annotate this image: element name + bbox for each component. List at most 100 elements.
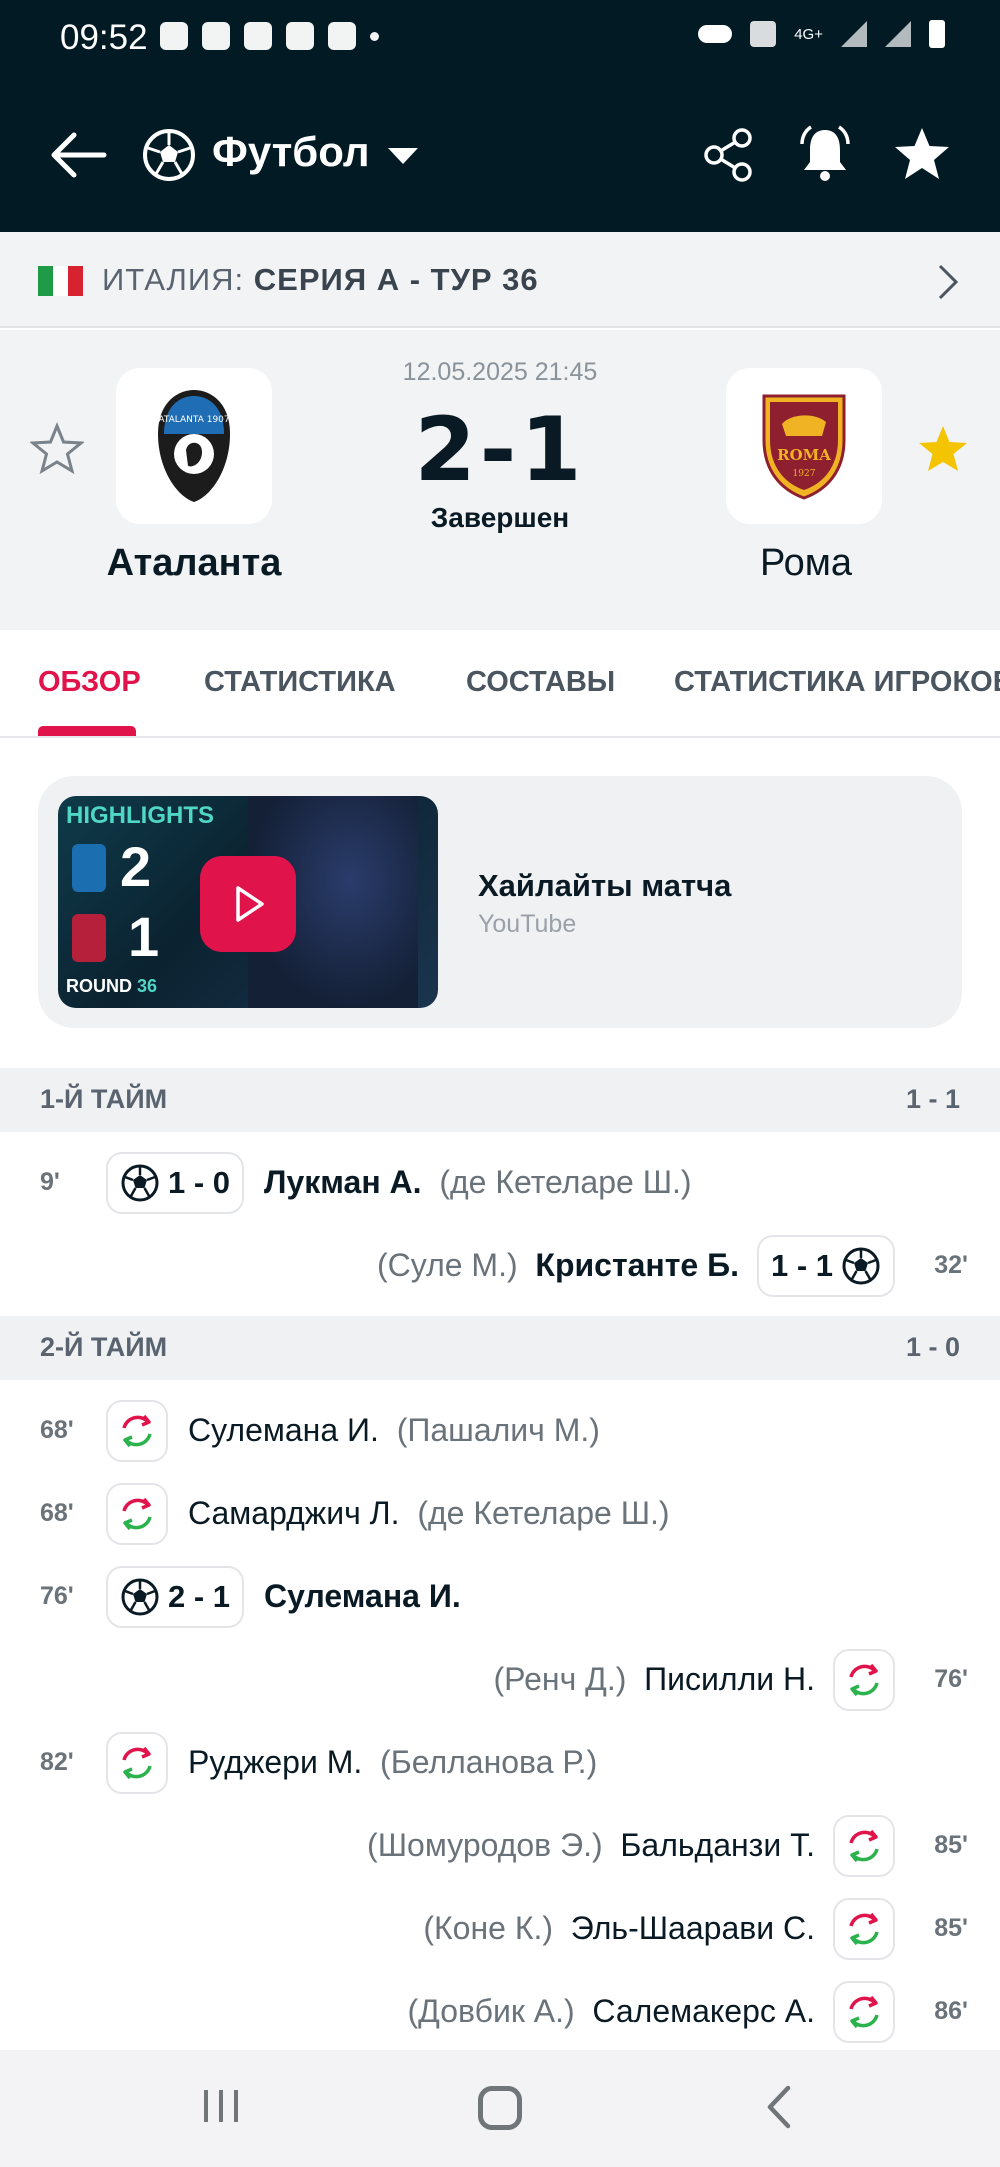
event-assist: (де Кетеларе Ш.) — [439, 1164, 692, 1200]
event-text: Самарджич Л. (де Кетеларе Ш.) — [188, 1495, 670, 1532]
sport-selector[interactable]: Футбол — [212, 128, 370, 176]
thumb-home-score: 2 — [120, 835, 152, 898]
play-icon — [236, 886, 264, 922]
period-score: 1 - 0 — [905, 1332, 960, 1362]
substitution-event[interactable]: 68' Сулемана И. (Пашалич М.) — [0, 1396, 1000, 1466]
event-player: Эль-Шаарави С. — [570, 1910, 815, 1946]
app-notification-icon — [244, 22, 272, 50]
event-badge — [106, 1483, 168, 1545]
event-assist: (Пашалич М.) — [396, 1412, 600, 1448]
event-assist: (Шомуродов Э.) — [367, 1827, 603, 1863]
substitution-event[interactable]: (Ренч Д.) Писилли Н. 76' — [0, 1645, 1000, 1715]
soccer-ball-icon — [121, 1164, 159, 1202]
event-score: 1 - 0 — [167, 1165, 231, 1200]
event-player: Салемакерс А. — [592, 1993, 815, 2029]
signal-icon — [841, 21, 867, 47]
substitution-event[interactable]: (Довбик А.) Салемакерс А. 86' — [0, 1977, 1000, 2047]
event-badge: 2 - 1 — [106, 1566, 244, 1628]
goal-event[interactable]: (Суле М.) Кристанте Б. 1 - 1 32' — [0, 1231, 1000, 1301]
event-minute: 86' — [934, 1997, 968, 2025]
match-datetime: 12.05.2025 21:45 — [402, 358, 598, 386]
roma-crest-icon: ROMA 1927 — [762, 394, 846, 500]
highlights-thumbnail[interactable]: HIGHLIGHTS 2 1 ROUND 36 — [58, 796, 438, 1008]
event-assist: (Ренч Д.) — [493, 1661, 627, 1697]
event-badge — [833, 1898, 895, 1960]
event-badge — [833, 1815, 895, 1877]
logo-text: ATALANTA 1907 — [158, 415, 229, 425]
system-icons: 4G+ — [698, 20, 945, 48]
event-minute: 85' — [934, 1831, 968, 1859]
thumb-home-logo — [72, 844, 106, 892]
tab-player-statistics[interactable]: СТАТИСТИКА ИГРОКОВ — [674, 666, 1000, 699]
period-name: 1-Й ТАЙМ — [40, 1084, 168, 1114]
share-icon[interactable] — [700, 126, 756, 184]
chevron-right-icon[interactable] — [932, 262, 962, 302]
recent-apps-icon[interactable] — [202, 2088, 240, 2124]
substitution-event[interactable]: (Коне К.) Эль-Шаарави С. 85' — [0, 1894, 1000, 1964]
event-assist: (Белланова Р.) — [380, 1744, 598, 1780]
event-player: Сулемана И. — [264, 1578, 461, 1614]
tab-overview[interactable]: ОБЗОР — [38, 666, 141, 699]
event-badge — [106, 1732, 168, 1794]
svg-text:ROMA: ROMA — [777, 446, 831, 464]
event-badge — [833, 1649, 895, 1711]
atalanta-crest-icon: ATALANTA 1907 — [158, 390, 230, 502]
event-player: Писилли Н. — [644, 1661, 815, 1697]
goal-event[interactable]: 9' 1 - 0 Лукман А. (де Кетеларе Ш.) — [0, 1148, 1000, 1218]
home-icon[interactable] — [478, 2086, 522, 2130]
shield-check-icon — [328, 22, 356, 50]
tab-lineups[interactable]: СОСТАВЫ — [466, 666, 615, 699]
thumb-away-score: 1 — [128, 905, 160, 968]
favorite-star-filled-icon[interactable] — [916, 422, 970, 476]
play-button[interactable] — [200, 856, 296, 952]
period-header: 2-Й ТАЙМ 1 - 0 — [0, 1316, 1000, 1380]
event-assist: (Коне К.) — [423, 1910, 553, 1946]
highlights-title: Хайлайты матча — [478, 868, 732, 903]
favorite-star-outline-icon[interactable] — [30, 422, 84, 476]
vpn-key-icon — [698, 25, 733, 43]
back-arrow-icon[interactable] — [48, 130, 108, 180]
event-badge: 1 - 0 — [106, 1152, 244, 1214]
event-player: Кристанте Б. — [535, 1247, 739, 1283]
tab-statistics[interactable]: СТАТИСТИКА — [204, 666, 396, 699]
event-text: (Суле М.) Кристанте Б. — [377, 1247, 739, 1284]
soccer-ball-icon — [121, 1578, 159, 1616]
highlights-source: YouTube — [478, 910, 577, 938]
event-text: Лукман А. (де Кетеларе Ш.) — [264, 1164, 692, 1201]
team-name-away[interactable]: Рома — [656, 542, 956, 585]
italy-flag-icon — [38, 266, 83, 296]
substitution-icon — [122, 1497, 152, 1531]
substitution-event[interactable]: (Шомуродов Э.) Бальданзи Т. 85' — [0, 1811, 1000, 1881]
star-icon[interactable] — [892, 124, 952, 184]
event-minute: 76' — [40, 1582, 74, 1610]
event-text: Сулемана И. — [264, 1578, 461, 1615]
event-minute: 68' — [40, 1416, 74, 1444]
substitution-event[interactable]: 82' Руджери М. (Белланова Р.) — [0, 1728, 1000, 1798]
event-player: Лукман А. — [264, 1164, 422, 1200]
event-text: Сулемана И. (Пашалич М.) — [188, 1412, 600, 1449]
app-header: 09:52 4G+ Футбол — [0, 0, 1000, 232]
event-badge — [106, 1400, 168, 1462]
app-notification-icon — [286, 22, 314, 50]
event-minute: 76' — [934, 1665, 968, 1693]
league-bar[interactable]: ИТАЛИЯ: СЕРИЯ А - ТУР 36 — [0, 232, 1000, 328]
team-logo-away[interactable]: ROMA 1927 — [726, 368, 882, 524]
bell-icon[interactable] — [796, 124, 854, 184]
highlights-card[interactable]: HIGHLIGHTS 2 1 ROUND 36 Хайлайты матча Y… — [38, 776, 962, 1028]
mute-icon — [750, 21, 777, 47]
event-player: Бальданзи Т. — [620, 1827, 815, 1863]
event-minute: 32' — [934, 1251, 968, 1279]
substitution-event[interactable]: 68' Самарджич Л. (де Кетеларе Ш.) — [0, 1479, 1000, 1549]
substitution-icon — [122, 1746, 152, 1780]
league-title: ИТАЛИЯ: СЕРИЯ А - ТУР 36 — [102, 262, 539, 297]
team-name-home[interactable]: Аталанта — [44, 542, 344, 585]
chevron-down-icon[interactable] — [388, 148, 418, 164]
team-logo-home[interactable]: ATALANTA 1907 — [116, 368, 272, 524]
active-tab-indicator — [38, 726, 136, 736]
match-header: ATALANTA 1907 ROMA 1927 12.05.2025 21:45… — [0, 330, 1000, 630]
goal-event[interactable]: 76' 2 - 1 Сулемана И. — [0, 1562, 1000, 1632]
event-player: Сулемана И. — [188, 1412, 379, 1448]
back-icon[interactable] — [764, 2084, 794, 2130]
event-minute: 85' — [934, 1914, 968, 1942]
youtube-icon — [202, 22, 230, 50]
